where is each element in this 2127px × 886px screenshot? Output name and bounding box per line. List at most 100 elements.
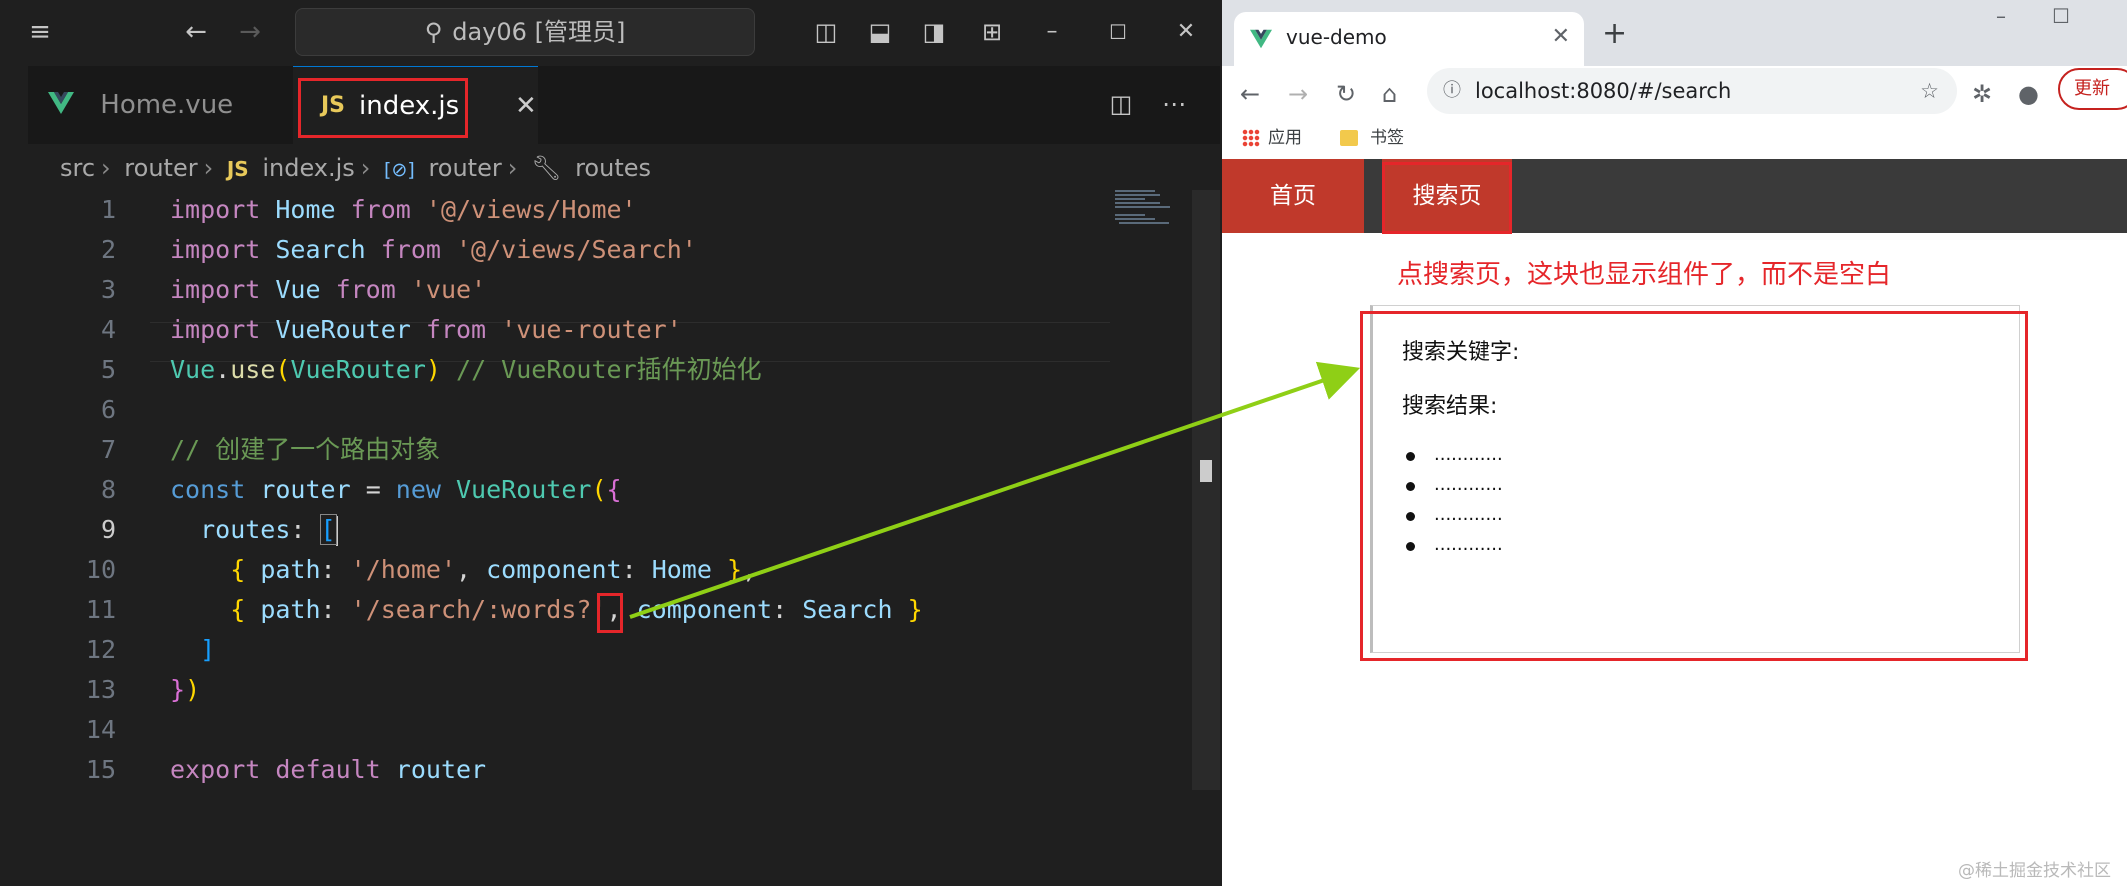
menu-icon[interactable]: ≡ <box>22 14 58 50</box>
toggle-secondary-sidebar-icon[interactable]: ◨ <box>916 14 952 50</box>
tab-home-vue[interactable]: Home.vue <box>28 66 293 144</box>
breadcrumb-symbol-routes[interactable]: routes <box>575 154 651 182</box>
code-token: const <box>170 475 246 504</box>
browser-tab-vue-demo[interactable]: vue-demo ✕ <box>1234 12 1584 66</box>
line-number: 4 <box>100 315 116 344</box>
code-token: router <box>380 755 487 784</box>
apps-grid-icon <box>1242 129 1260 147</box>
command-center[interactable]: ⚲ day06 [管理员] <box>295 8 755 56</box>
code-token: '/search/:words?' <box>350 595 607 624</box>
line-number: 2 <box>100 235 116 264</box>
line-number: 5 <box>100 355 116 384</box>
title-bar: ≡ ← → ⚲ day06 [管理员] ◫ ⬓ ◨ ⊞ – ☐ ✕ <box>0 0 1220 66</box>
more-actions-icon[interactable]: ⋯ <box>1156 86 1192 122</box>
code-token: Home <box>260 195 351 224</box>
code-token: path <box>260 595 321 624</box>
search-keyword-label: 搜索关键字: <box>1402 340 1520 365</box>
update-button-label: 更新 <box>2074 78 2110 99</box>
extensions-icon[interactable]: ✲ <box>1972 74 1992 114</box>
result-list-item: ............ <box>1406 534 1503 555</box>
code-token: import <box>170 275 261 304</box>
nav-link-home[interactable]: 首页 <box>1222 159 1364 233</box>
code-line: 10 { path: '/home', component: Home }, <box>28 550 1188 590</box>
breadcrumb-router-folder[interactable]: router <box>124 154 197 182</box>
vscode-window: ≡ ← → ⚲ day06 [管理员] ◫ ⬓ ◨ ⊞ – ☐ ✕ Home.vu… <box>0 0 1220 886</box>
code-token: VueRouter <box>290 355 426 384</box>
code-token: ] <box>170 635 216 664</box>
editor-tab-bar: Home.vue JS index.js ✕ ◫ ⋯ <box>28 66 1220 144</box>
code-token: [ <box>319 514 337 545</box>
tab-close-icon[interactable]: ✕ <box>515 67 537 145</box>
close-window-icon[interactable]: ✕ <box>1168 14 1204 50</box>
code-token: routes <box>170 515 291 544</box>
variable-icon: [⊘] <box>384 159 415 181</box>
code-line: 6 <box>28 390 1188 430</box>
back-arrow-icon[interactable]: ← <box>178 14 214 50</box>
browser-toolbar: ← → ↻ ⌂ ⓘ localhost:8080/#/search ☆ ✲ ● … <box>1222 66 2127 170</box>
highlight-box-tab <box>298 78 468 138</box>
close-icon[interactable]: ✕ <box>1552 12 1570 62</box>
code-token: new <box>395 475 441 504</box>
result-list-item: ............ <box>1406 504 1503 525</box>
code-token: 'vue' <box>395 275 487 304</box>
forward-arrow-icon[interactable]: → <box>232 14 268 50</box>
code-editor[interactable]: 1 import Home from '@/views/Home' 2 import… <box>28 190 1218 886</box>
back-arrow-icon[interactable]: ← <box>1240 74 1260 114</box>
code-token: { <box>606 475 622 504</box>
breadcrumb-file[interactable]: index.js <box>262 154 354 182</box>
toggle-primary-sidebar-icon[interactable]: ◫ <box>808 14 844 50</box>
code-token: Search <box>260 235 381 264</box>
code-token: : <box>772 595 803 624</box>
line-number: 9 <box>100 515 116 544</box>
code-token: Vue <box>260 275 336 304</box>
reload-icon[interactable]: ↻ <box>1336 74 1356 114</box>
bookmark-apps[interactable]: 应用 <box>1242 118 1302 158</box>
browser-tab-strip: vue-demo ✕ + – ☐ <box>1222 0 2127 66</box>
profile-avatar-icon[interactable]: ● <box>2018 74 2039 114</box>
code-token: = <box>365 475 396 504</box>
update-button[interactable]: 更新 <box>2058 68 2127 110</box>
code-token: ( <box>275 355 291 384</box>
minimap[interactable] <box>1115 190 1190 240</box>
line-number: 3 <box>100 275 116 304</box>
bookmark-folder[interactable]: 书签 <box>1340 118 1404 158</box>
maximize-icon[interactable]: ☐ <box>2052 4 2070 28</box>
line-number: 11 <box>85 595 116 624</box>
minimize-icon[interactable]: – <box>1996 4 2006 28</box>
vue-icon <box>48 67 78 145</box>
chevron-right-icon: › <box>203 154 214 182</box>
split-editor-icon[interactable]: ◫ <box>1103 86 1139 122</box>
code-token: Search <box>802 595 893 624</box>
code-token: : <box>621 555 652 584</box>
line-number: 14 <box>85 715 116 744</box>
code-line: 2 import Search from '@/views/Search' <box>28 230 1188 270</box>
editor-scrollbar[interactable] <box>1192 190 1220 790</box>
line-number: 15 <box>85 755 116 784</box>
code-token: VueRouter <box>440 475 592 504</box>
maximize-icon[interactable]: ☐ <box>1100 14 1136 50</box>
breadcrumb-src[interactable]: src <box>60 154 95 182</box>
star-icon[interactable]: ☆ <box>1920 68 1939 114</box>
forward-arrow-icon[interactable]: → <box>1288 74 1308 114</box>
code-line: 13}) <box>28 670 1188 710</box>
info-icon[interactable]: ⓘ <box>1443 68 1461 114</box>
code-line: 7 // 创建了一个路由对象 <box>28 430 1188 470</box>
code-token: '/home' <box>350 555 456 584</box>
highlight-box-nav-search <box>1382 162 1512 234</box>
line-number: 8 <box>100 475 116 504</box>
toggle-panel-icon[interactable]: ⬓ <box>862 14 898 50</box>
code-token: import <box>170 315 261 344</box>
breadcrumb: src › router › JS index.js › [⊘] router › 🔧︎… <box>28 145 1178 191</box>
scrollbar-thumb[interactable] <box>1200 460 1212 482</box>
minimize-icon[interactable]: – <box>1034 14 1070 50</box>
home-icon[interactable]: ⌂ <box>1382 74 1397 114</box>
code-token: // 创建了一个路由对象 <box>170 435 441 464</box>
annotation-text: 点搜索页，这块也显示组件了，而不是空白 <box>1397 260 1892 290</box>
address-bar[interactable]: ⓘ localhost:8080/#/search ☆ <box>1427 68 1957 114</box>
breadcrumb-symbol-router[interactable]: router <box>428 154 501 182</box>
customize-layout-icon[interactable]: ⊞ <box>974 14 1010 50</box>
address-bar-url: localhost:8080/#/search <box>1475 79 1732 103</box>
code-token: from <box>335 275 396 304</box>
code-line: 14 <box>28 710 1188 750</box>
new-tab-button[interactable]: + <box>1602 14 1627 54</box>
